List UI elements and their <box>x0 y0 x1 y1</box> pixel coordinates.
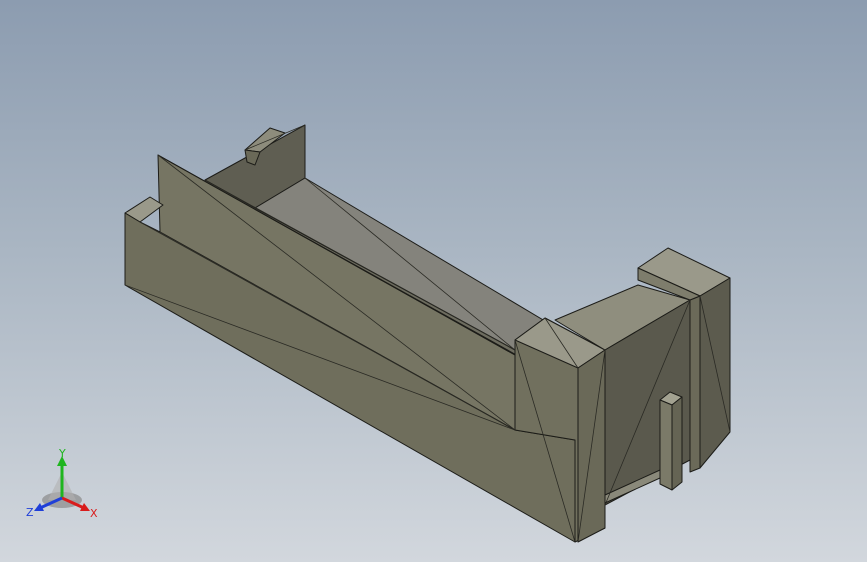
right-flange-front <box>689 295 701 473</box>
x-axis-label: X <box>90 507 98 520</box>
small-post-side <box>671 396 683 491</box>
y-axis-label: Y <box>58 448 66 460</box>
orientation-triad: Y X Z <box>26 447 106 523</box>
small-post-front <box>659 399 673 491</box>
3d-model-part[interactable] <box>0 0 867 562</box>
graphics-viewport[interactable]: Y X Z <box>0 0 867 562</box>
right-flange-side <box>699 277 731 469</box>
z-axis-label: Z <box>26 506 34 519</box>
